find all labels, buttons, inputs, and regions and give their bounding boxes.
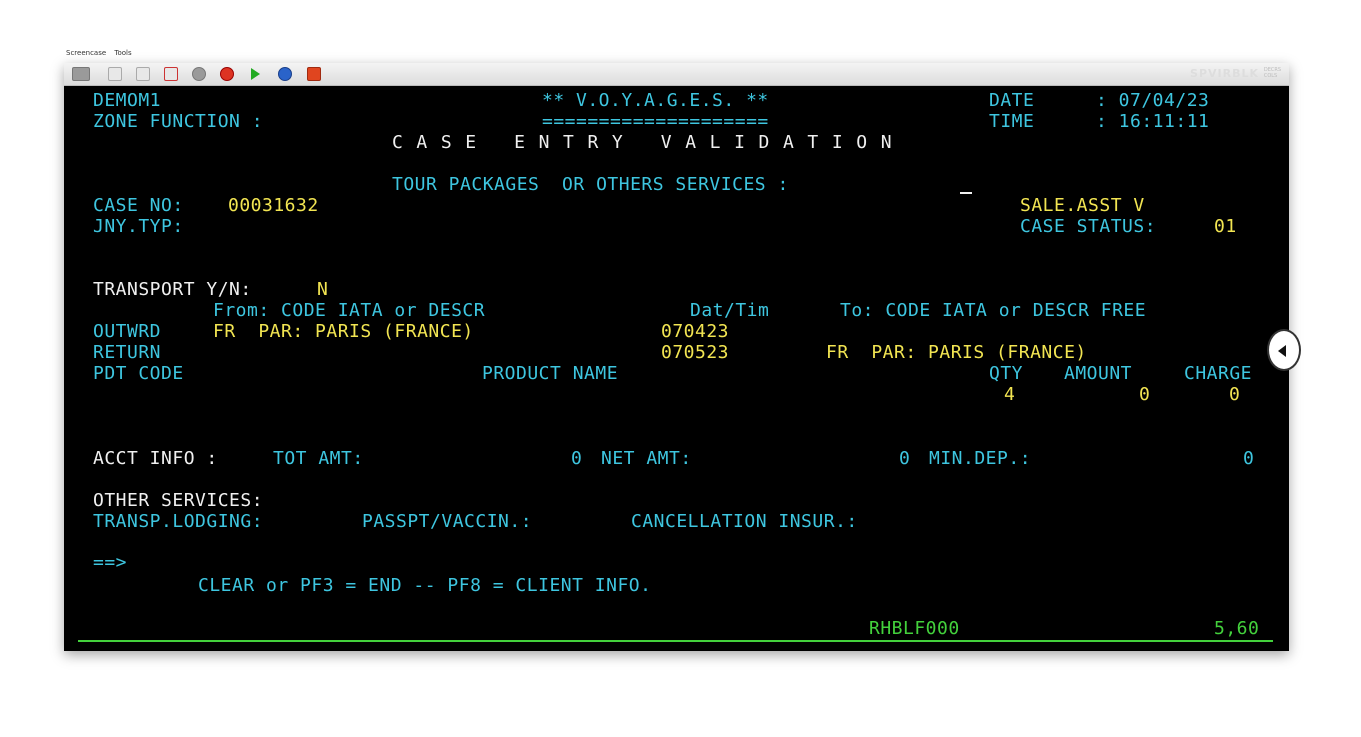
qty-header: QTY	[989, 363, 1024, 384]
time-label: TIME	[989, 111, 1035, 132]
from-header: From: CODE IATA or DESCR	[213, 300, 486, 321]
side-panel-toggle-icon[interactable]	[1267, 329, 1301, 371]
session-name: SPVIRBLK	[1190, 67, 1259, 80]
app-title-underline: ====================	[542, 111, 769, 132]
amount-header: AMOUNT	[1064, 363, 1133, 384]
status-divider	[78, 640, 1273, 642]
acct-info-label: ACCT INFO :	[93, 448, 218, 469]
session-info: DECRS COLS	[1264, 67, 1281, 79]
terminal-window: SPVIRBLK DECRS COLS DEMOM1 ** V.O.Y.A.G.…	[64, 63, 1301, 651]
passpt-vaccin-label: PASSPT/VACCIN.:	[362, 511, 533, 532]
screen-id: RHBLF000	[869, 618, 960, 639]
session-info-line2: COLS	[1263, 73, 1278, 79]
keyboard-icon[interactable]	[72, 67, 90, 81]
transport-label: TRANSPORT Y/N:	[93, 279, 252, 300]
page-icon[interactable]	[108, 67, 122, 81]
case-no-value[interactable]: 00031632	[228, 195, 319, 216]
field-cursor[interactable]	[960, 192, 972, 194]
zone-function-label: ZONE FUNCTION :	[93, 111, 264, 132]
pf-key-help: CLEAR or PF3 = END -- PF8 = CLIENT INFO.	[198, 575, 652, 596]
charge-value[interactable]: 0	[1229, 384, 1240, 405]
min-dep-value: 0	[1243, 448, 1255, 469]
pdt-code-header: PDT CODE	[93, 363, 184, 384]
case-no-label: CASE NO:	[93, 195, 184, 216]
help-icon[interactable]	[278, 67, 292, 81]
record-icon[interactable]	[220, 67, 234, 81]
sale-asst[interactable]: SALE.ASST V	[1020, 195, 1145, 216]
user-id: DEMOM1	[93, 90, 162, 111]
min-dep-label: MIN.DEP.:	[929, 448, 1032, 469]
outwrd-date[interactable]: 070423	[661, 321, 729, 342]
outwrd-label: OUTWRD	[93, 321, 162, 342]
print-icon[interactable]	[136, 67, 150, 81]
cursor-position: 5,60	[1214, 618, 1260, 639]
menu-item-screencase[interactable]: Screencase	[66, 49, 106, 57]
dattim-header: Dat/Tim	[690, 300, 770, 321]
tour-packages-label: TOUR PACKAGES OR OTHERS SERVICES :	[392, 174, 789, 195]
app-title: ** V.O.Y.A.G.E.S. **	[542, 90, 769, 111]
tot-amt-value: 0	[571, 448, 583, 469]
play-icon[interactable]	[248, 67, 262, 81]
return-to[interactable]: FR PAR: PARIS (FRANCE)	[826, 342, 1087, 363]
net-amt-label: NET AMT:	[601, 448, 692, 469]
app-menubar: Screencase Tools	[66, 49, 138, 57]
date-value: : 07/04/23	[1096, 90, 1210, 111]
command-prompt[interactable]: ==>	[93, 552, 127, 573]
terminal-screen[interactable]: DEMOM1 ** V.O.Y.A.G.E.S. ** DATE : 07/04…	[64, 86, 1301, 651]
outwrd-from[interactable]: FR PAR: PARIS (FRANCE)	[213, 321, 474, 342]
transp-lodging-label: TRANSP.LODGING:	[93, 511, 264, 532]
charge-header: CHARGE	[1184, 363, 1253, 384]
return-label: RETURN	[93, 342, 162, 363]
time-value: : 16:11:11	[1096, 111, 1210, 132]
transport-value[interactable]: N	[317, 279, 328, 300]
mail-icon[interactable]	[164, 67, 178, 81]
settings-icon[interactable]	[192, 67, 206, 81]
screen-title: CASE ENTRY VALIDATION	[392, 132, 906, 153]
case-status-value[interactable]: 01	[1214, 216, 1237, 237]
other-services-label: OTHER SERVICES:	[93, 490, 264, 511]
amount-value[interactable]: 0	[1139, 384, 1150, 405]
date-label: DATE	[989, 90, 1035, 111]
jny-typ-label: JNY.TYP:	[93, 216, 184, 237]
tot-amt-label: TOT AMT:	[273, 448, 364, 469]
to-header: To: CODE IATA or DESCR FREE	[840, 300, 1147, 321]
return-date[interactable]: 070523	[661, 342, 729, 363]
emulator-toolbar: SPVIRBLK DECRS COLS	[64, 63, 1289, 86]
product-name-header: PRODUCT NAME	[482, 363, 619, 384]
net-amt-value: 0	[899, 448, 911, 469]
stop-icon[interactable]	[307, 67, 321, 81]
case-status-label: CASE STATUS:	[1020, 216, 1157, 237]
cancellation-insur-label: CANCELLATION INSUR.:	[631, 511, 858, 532]
qty-value[interactable]: 4	[1004, 384, 1015, 405]
menu-item-tools[interactable]: Tools	[114, 49, 131, 57]
